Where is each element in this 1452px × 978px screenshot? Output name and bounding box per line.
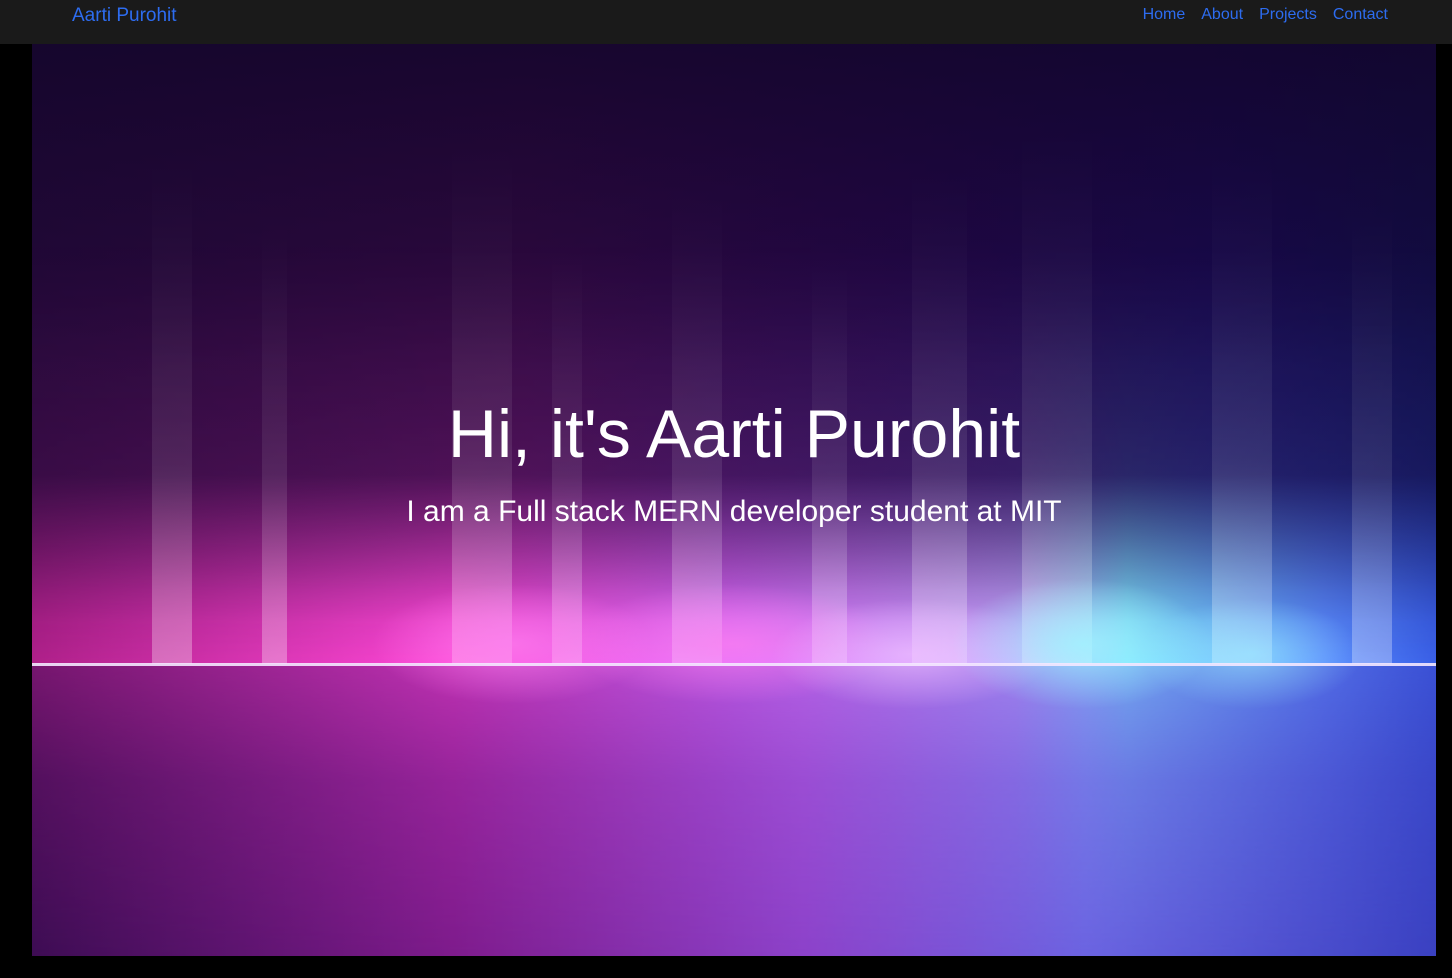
nav-link-contact[interactable]: Contact — [1333, 5, 1388, 25]
hero-section: Hi, it's Aarti Purohit I am a Full stack… — [32, 44, 1436, 956]
hero-title: Hi, it's Aarti Purohit — [447, 396, 1021, 472]
navbar: Aarti Purohit Home About Projects Contac… — [0, 0, 1452, 44]
nav-link-about[interactable]: About — [1201, 5, 1243, 25]
brand-link[interactable]: Aarti Purohit — [72, 4, 177, 28]
hero-subtitle: I am a Full stack MERN developer student… — [406, 495, 1062, 528]
nav-links: Home About Projects Contact — [1143, 5, 1388, 25]
nav-link-projects[interactable]: Projects — [1259, 5, 1317, 25]
nav-link-home[interactable]: Home — [1143, 5, 1186, 25]
